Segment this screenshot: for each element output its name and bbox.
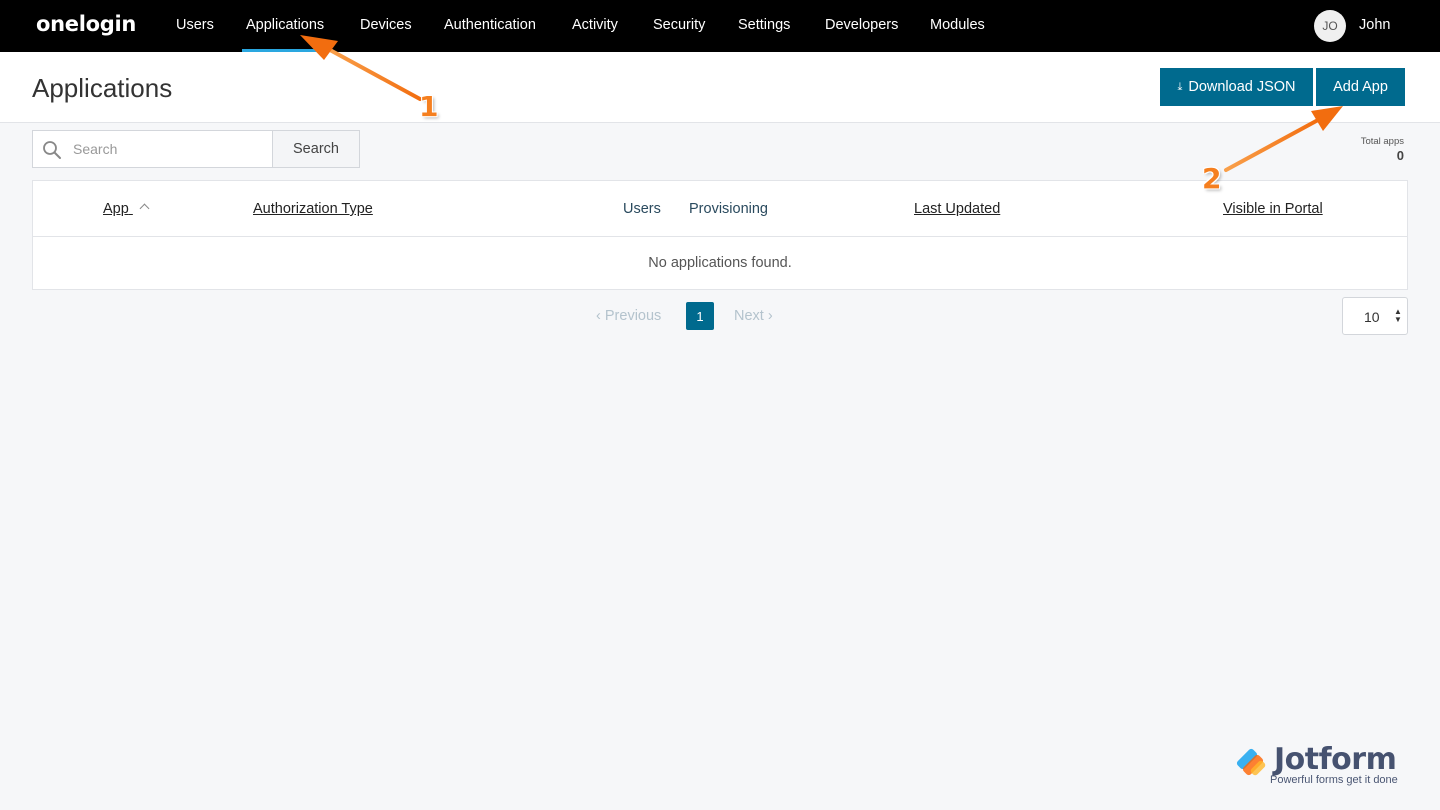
search-button[interactable]: Search [272, 130, 360, 168]
applications-table: App Authorization Type Users Provisionin… [32, 180, 1408, 290]
nav-item-applications[interactable]: Applications [246, 17, 324, 33]
user-avatar[interactable]: JO [1314, 10, 1346, 42]
select-arrows-icon: ▲ ▼ [1394, 307, 1402, 324]
per-page-value: 10 [1364, 309, 1380, 325]
column-header-authorization-type[interactable]: Authorization Type [253, 201, 373, 217]
column-header-app[interactable]: App [103, 201, 150, 217]
jotform-logo-icon [1236, 748, 1266, 776]
per-page-select[interactable]: 10 ▲ ▼ [1342, 297, 1408, 335]
column-app-label: App [103, 201, 129, 217]
column-header-users: Users [623, 201, 661, 217]
download-json-button[interactable]: ⤓ Download JSON [1160, 68, 1313, 106]
annotation-step-2: 2 [1202, 162, 1222, 195]
download-json-label: Download JSON [1188, 79, 1296, 95]
table-header-row: App Authorization Type Users Provisionin… [33, 181, 1407, 237]
annotation-step-1: 1 [419, 90, 439, 123]
onelogin-logo[interactable]: onelogin [36, 12, 136, 36]
next-page-button[interactable]: Next › [734, 308, 773, 324]
add-app-label: Add App [1333, 79, 1388, 95]
user-menu-name[interactable]: John [1359, 17, 1390, 33]
previous-page-button[interactable]: ‹ Previous [596, 308, 661, 324]
next-label: Next [734, 308, 764, 324]
chevron-right-icon: › [767, 308, 773, 324]
download-icon: ⤓ [1177, 80, 1183, 93]
column-header-last-updated[interactable]: Last Updated [914, 201, 1000, 217]
total-apps-count: 0 [1396, 148, 1404, 163]
nav-item-developers[interactable]: Developers [825, 17, 898, 33]
nav-item-devices[interactable]: Devices [360, 17, 412, 33]
nav-item-modules[interactable]: Modules [930, 17, 985, 33]
column-header-provisioning: Provisioning [689, 201, 768, 217]
total-apps-label: Total apps [1360, 136, 1404, 147]
search-icon [43, 141, 61, 159]
previous-label: Previous [604, 308, 662, 324]
add-app-button[interactable]: Add App [1316, 68, 1405, 106]
page-number-current[interactable]: 1 [686, 302, 714, 330]
watermark-name: Jotform [1274, 742, 1397, 777]
search-box [32, 130, 273, 168]
column-header-visible-in-portal[interactable]: Visible in Portal [1223, 201, 1323, 217]
chevron-left-icon: ‹ [596, 308, 601, 324]
nav-item-authentication[interactable]: Authentication [444, 17, 536, 33]
top-navigation-bar: onelogin Users Applications Devices Auth… [0, 0, 1440, 52]
search-input[interactable] [73, 141, 263, 157]
page-title: Applications [32, 73, 173, 103]
nav-item-activity[interactable]: Activity [572, 17, 618, 33]
page-header: Applications ⤓ Download JSON Add App [0, 52, 1440, 123]
nav-item-users[interactable]: Users [176, 17, 214, 33]
sort-ascending-icon [139, 203, 150, 214]
nav-item-settings[interactable]: Settings [738, 17, 790, 33]
empty-table-message: No applications found. [648, 255, 792, 271]
watermark-tagline: Powerful forms get it done [1270, 774, 1398, 786]
jotform-watermark: Jotform Powerful forms get it done [1234, 742, 1409, 790]
nav-item-security[interactable]: Security [653, 17, 705, 33]
